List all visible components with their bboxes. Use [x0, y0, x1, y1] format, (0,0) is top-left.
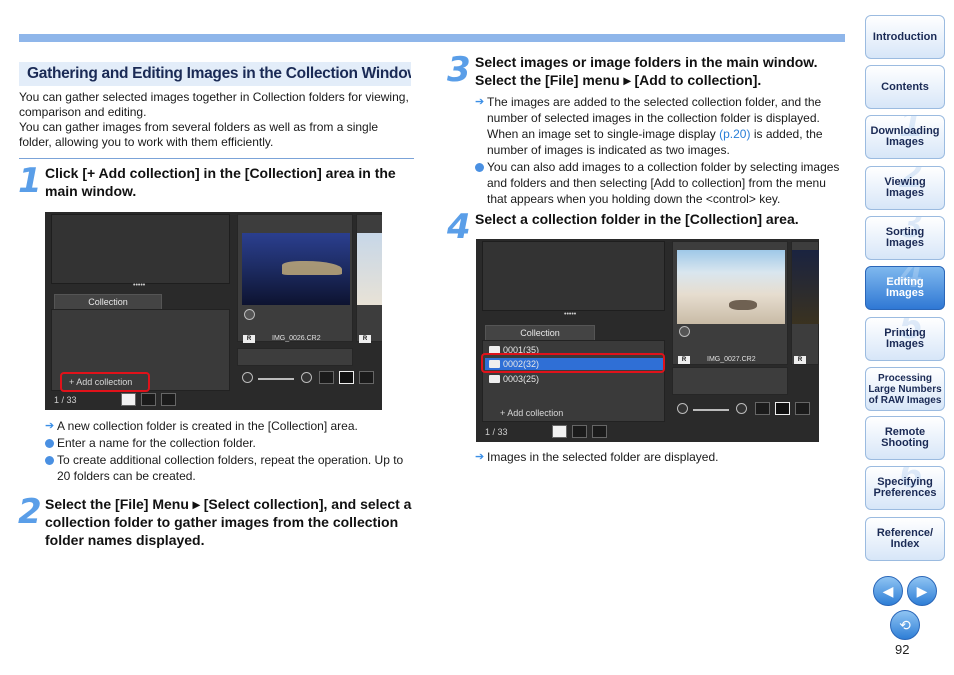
section-title: Gathering and Editing Images in the Coll… — [19, 62, 411, 86]
section-divider — [19, 158, 414, 159]
thumbnail-row-empty — [237, 348, 353, 366]
thumbnail-cell-partial[interactable]: R — [356, 214, 382, 343]
pane-handle: ••••• — [133, 282, 146, 289]
nav-reference-index[interactable]: Reference/ Index — [865, 517, 945, 561]
edit-mark-icon — [679, 326, 690, 337]
step-4-text: Select a collection folder in the [Colle… — [475, 211, 799, 227]
collection-folder-3[interactable]: 0003(25) — [485, 373, 663, 385]
intro-paragraph-1: You can gather selected images together … — [19, 90, 409, 119]
layout-icon-1[interactable] — [319, 371, 334, 384]
top-accent-bar — [19, 34, 845, 42]
thumbnail-size-slider[interactable] — [258, 378, 294, 380]
layout-icon-1[interactable] — [755, 402, 770, 415]
raw-badge: R — [794, 356, 806, 364]
step-4-result: ➔ Images in the selected folder are displ… — [475, 450, 719, 464]
step-1-text: Click [+ Add collection] in the [Collect… — [45, 165, 396, 199]
preview-view-icon[interactable] — [161, 393, 176, 406]
step-2-text: Select the [File] Menu ▸ [Select collect… — [45, 496, 412, 548]
add-collection-button[interactable]: + Add collection — [500, 406, 563, 420]
collection-tab[interactable]: Collection — [485, 325, 595, 341]
image-count: 1 / 33 — [485, 427, 508, 437]
zoom-out-icon[interactable] — [677, 403, 688, 414]
nav-printing-images[interactable]: 5 Printing Images — [865, 317, 945, 361]
thumbnail-size-slider[interactable] — [693, 409, 729, 411]
intro-paragraph-2: You can gather images from several folde… — [19, 120, 379, 149]
page-number: 92 — [895, 642, 910, 657]
zoom-in-icon[interactable] — [301, 372, 312, 383]
screenshot-add-collection: ••••• Collection + Add collection 1 / 33… — [45, 212, 382, 410]
step-1-bullet-2: To create additional collection folders,… — [45, 452, 415, 484]
nav-sorting-images[interactable]: 3 Sorting Images — [865, 216, 945, 260]
nav-downloading-images[interactable]: 1 Downloading Images — [865, 115, 945, 159]
step-3-text: Select images or image folders in the ma… — [475, 54, 818, 88]
nav-processing-raw[interactable]: Processing Large Numbers of RAW Images — [865, 367, 945, 411]
step-1-bullet-1: Enter a name for the collection folder. — [45, 435, 415, 451]
raw-badge: R — [243, 335, 255, 343]
nav-introduction[interactable]: Introduction — [865, 15, 945, 59]
preview-view-icon[interactable] — [592, 425, 607, 438]
nav-specifying-preferences[interactable]: 6 Specifying Preferences — [865, 466, 945, 510]
thumbnail-row-empty — [672, 367, 788, 395]
thumbnail-cell[interactable]: R IMG_0026.CR2 — [237, 214, 353, 343]
layout-icon-2[interactable] — [339, 371, 354, 384]
list-view-icon[interactable] — [572, 425, 587, 438]
step-2-number: 2 — [18, 492, 42, 532]
layout-menu-icon[interactable] — [795, 402, 810, 415]
night-cliff-image — [242, 233, 350, 305]
step-3-result: ➔ The images are added to the selected co… — [475, 95, 823, 157]
step-1-result: ➔ A new collection folder is created in t… — [45, 419, 358, 433]
step-3-bullet: You can also add images to a collection … — [475, 159, 845, 207]
thumbnail-filename: IMG_0026.CR2 — [272, 335, 321, 342]
preview-pane — [51, 214, 230, 284]
nav-contents[interactable]: Contents — [865, 65, 945, 109]
layout-icon-2[interactable] — [775, 402, 790, 415]
next-page-button[interactable]: ▶ — [907, 576, 937, 606]
step-3-number: 3 — [447, 50, 471, 90]
highlight-box — [60, 372, 150, 392]
zoom-in-icon[interactable] — [736, 403, 747, 414]
thumbnail-cell[interactable]: R IMG_0027.CR2 — [672, 241, 788, 365]
nav-viewing-images[interactable]: 2 Viewing Images — [865, 166, 945, 210]
image-count: 1 / 33 — [54, 395, 77, 405]
previous-page-button[interactable]: ◀ — [873, 576, 903, 606]
grid-view-icon[interactable] — [552, 425, 567, 438]
pane-handle: ••••• — [564, 311, 577, 318]
highlight-box — [481, 353, 665, 373]
screenshot-select-collection-folder: ••••• Collection 0001(35) 0002(32) 0003(… — [476, 239, 819, 442]
step-4-number: 4 — [447, 207, 471, 247]
zoom-out-icon[interactable] — [242, 372, 253, 383]
nav-editing-images[interactable]: 4 Editing Images — [865, 266, 945, 310]
list-view-icon[interactable] — [141, 393, 156, 406]
edit-mark-icon — [244, 309, 255, 320]
step-1-number: 1 — [18, 161, 42, 201]
raw-badge: R — [359, 335, 371, 343]
nav-remote-shooting[interactable]: Remote Shooting — [865, 416, 945, 460]
page-link[interactable]: (p.20) — [719, 127, 750, 141]
return-icon[interactable]: ⟲ — [890, 610, 920, 640]
raw-badge: R — [678, 356, 690, 364]
sand-dune-image — [677, 250, 785, 324]
thumbnail-cell-partial[interactable]: R — [791, 241, 819, 365]
thumbnail-filename: IMG_0027.CR2 — [707, 356, 756, 363]
layout-menu-icon[interactable] — [359, 371, 374, 384]
preview-pane — [482, 241, 665, 311]
grid-view-icon[interactable] — [121, 393, 136, 406]
collection-tab[interactable]: Collection — [54, 294, 162, 310]
